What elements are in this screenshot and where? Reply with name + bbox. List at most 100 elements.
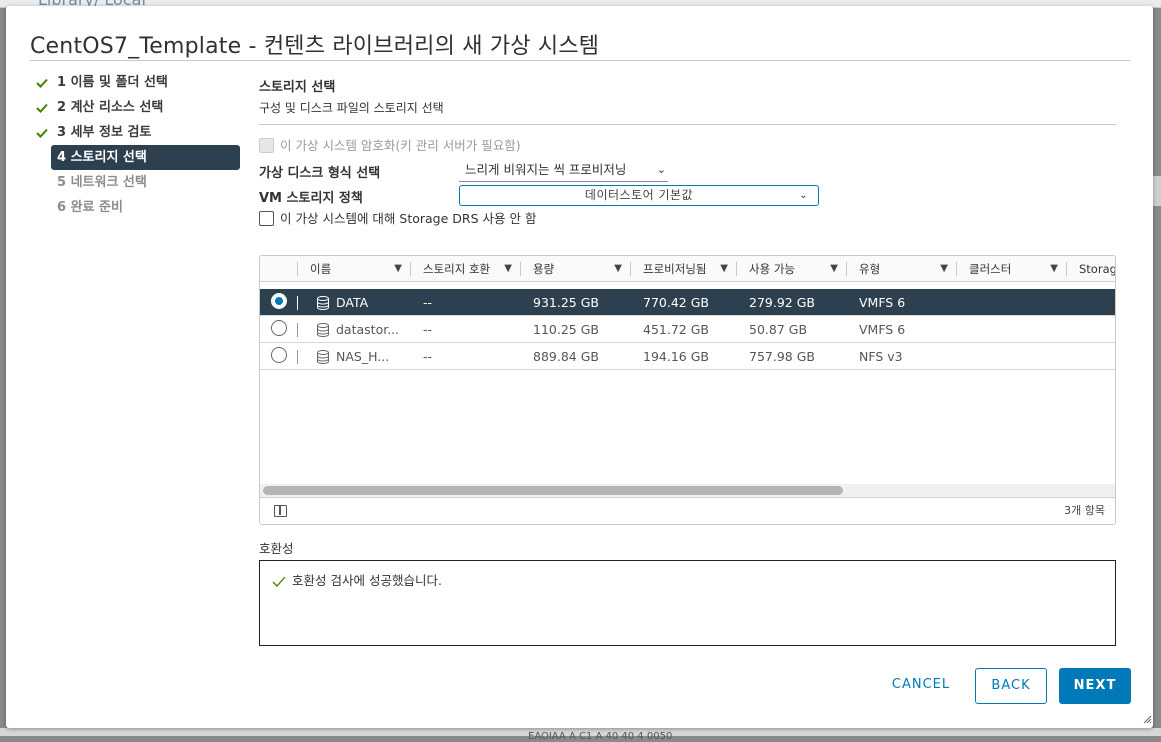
- cell-provisioned: 451.72 GB: [643, 322, 709, 337]
- encrypt-vm-option: 이 가상 시스템 암호화(키 관리 서버가 필요함): [259, 137, 521, 155]
- column-header-label: Storag: [1079, 262, 1116, 276]
- step-label: 6 완료 준비: [57, 200, 123, 215]
- filter-icon[interactable]: ▼: [940, 256, 948, 282]
- disable-storage-drs-option[interactable]: 이 가상 시스템에 대해 Storage DRS 사용 안 함: [259, 210, 536, 228]
- new-vm-wizard-dialog: CentOS7_Template - 컨텐츠 라이브러리의 새 가상 시스템 1…: [6, 6, 1153, 728]
- step-label: 3 세부 정보 검토: [57, 125, 152, 140]
- cancel-button[interactable]: CANCEL: [884, 668, 958, 704]
- cell-free: 279.92 GB: [749, 295, 815, 310]
- cell-name: DATA: [336, 295, 369, 310]
- storage-policy-label: VM 스토리지 정책: [259, 191, 363, 206]
- column-header-label: 스토리지 호환: [423, 262, 491, 276]
- disable-storage-drs-checkbox[interactable]: [259, 211, 274, 226]
- step-select-network: 5 네트워크 선택: [34, 170, 244, 195]
- cell-cluster: [969, 343, 1064, 370]
- filter-icon[interactable]: ▼: [830, 256, 838, 282]
- back-button[interactable]: BACK: [975, 668, 1047, 704]
- cell-compat: --: [423, 349, 433, 364]
- filter-icon[interactable]: ▼: [394, 256, 402, 282]
- checkmark-icon: [36, 78, 48, 88]
- row-radio[interactable]: [271, 347, 287, 363]
- encrypt-vm-label: 이 가상 시스템 암호화(키 관리 서버가 필요함): [280, 138, 521, 153]
- next-button[interactable]: NEXT: [1059, 668, 1131, 704]
- column-storage-compat[interactable]: 스토리지 호환 ▼: [411, 256, 520, 282]
- checkmark-icon: [36, 128, 48, 138]
- row-radio[interactable]: [271, 320, 287, 336]
- step-ready-to-complete: 6 완료 준비: [34, 195, 244, 220]
- section-divider: [259, 124, 1116, 125]
- column-header-label: 유형: [859, 262, 881, 276]
- cell-compat: --: [423, 322, 433, 337]
- chevron-down-icon: ⌄: [656, 163, 666, 176]
- wizard-steps: 1 이름 및 폴더 선택 2 계산 리소스 선택 3 세부 정보 검토 4 스토…: [34, 70, 244, 220]
- horizontal-scrollbar[interactable]: [260, 484, 1115, 497]
- cell-capacity: 931.25 GB: [533, 295, 599, 310]
- cell-name: datastor...: [336, 322, 400, 337]
- chevron-down-icon: ⌄: [799, 190, 808, 201]
- step-label: 4 스토리지 선택: [57, 150, 147, 165]
- cell-capacity: 889.84 GB: [533, 349, 599, 364]
- filter-icon[interactable]: ▼: [504, 256, 512, 282]
- column-storage[interactable]: Storag: [1067, 256, 1116, 282]
- compatibility-label: 호환성: [259, 541, 294, 556]
- datastore-icon: [317, 296, 329, 310]
- table-row[interactable]: datastor... -- 110.25 GB 451.72 GB 50.87…: [260, 316, 1115, 343]
- row-radio-selected[interactable]: [271, 293, 287, 309]
- step-name-folder[interactable]: 1 이름 및 폴더 선택: [34, 70, 244, 95]
- column-header-label: 이름: [310, 262, 332, 276]
- filter-icon[interactable]: ▼: [614, 256, 622, 282]
- grid-footer: 3개 항목: [260, 497, 1115, 524]
- scrollbar-thumb[interactable]: [263, 486, 843, 495]
- compatibility-panel: 호환성 검사에 성공했습니다.: [259, 560, 1116, 646]
- encrypt-vm-checkbox: [259, 138, 274, 153]
- column-header-label: 용량: [533, 262, 555, 276]
- cell-cluster: [969, 316, 1064, 343]
- table-row[interactable]: DATA -- 931.25 GB 770.42 GB 279.92 GB VM…: [260, 289, 1115, 316]
- step-select-storage[interactable]: 4 스토리지 선택: [51, 145, 240, 170]
- step-label: 1 이름 및 폴더 선택: [57, 75, 168, 90]
- column-toggle-icon[interactable]: [274, 505, 287, 517]
- storage-policy-value: 데이터스토어 기본값: [584, 188, 694, 202]
- cell-provisioned: 194.16 GB: [643, 349, 709, 364]
- background-footer: EAOIAA A C1 A 40 40 4 0050: [0, 728, 1161, 742]
- row-divider: [297, 296, 298, 310]
- column-name[interactable]: 이름 ▼: [298, 256, 410, 282]
- cell-type: VMFS 6: [859, 322, 906, 337]
- column-capacity[interactable]: 용량 ▼: [521, 256, 630, 282]
- datastore-grid: 이름 ▼ 스토리지 호환 ▼ 용량 ▼ 프로비저닝됨 ▼ 사용 가능 ▼ 유형 ▼: [259, 255, 1116, 525]
- step-label: 2 계산 리소스 선택: [57, 100, 164, 115]
- cell-name: NAS_H...: [336, 349, 390, 364]
- step-review-details[interactable]: 3 세부 정보 검토: [34, 120, 244, 145]
- disk-format-select[interactable]: 느리게 비워지는 씩 프로비저닝 ⌄: [459, 160, 668, 182]
- datastore-icon: [317, 323, 329, 337]
- cell-compat: --: [423, 295, 433, 310]
- resize-handle-icon[interactable]: [1142, 714, 1152, 724]
- compatibility-message: 호환성 검사에 성공했습니다.: [272, 570, 442, 589]
- column-type[interactable]: 유형 ▼: [847, 256, 956, 282]
- column-provisioned[interactable]: 프로비저닝됨 ▼: [631, 256, 736, 282]
- row-divider: [297, 350, 298, 364]
- filter-icon[interactable]: ▼: [1050, 256, 1058, 282]
- section-subtitle: 구성 및 디스크 파일의 스토리지 선택: [259, 101, 444, 115]
- storage-policy-select[interactable]: 데이터스토어 기본값 ⌄: [459, 185, 819, 206]
- background-edge: [1153, 176, 1161, 206]
- success-check-icon: [272, 576, 286, 587]
- disable-storage-drs-label: 이 가상 시스템에 대해 Storage DRS 사용 안 함: [280, 211, 537, 226]
- column-header-label: 프로비저닝됨: [643, 262, 707, 276]
- title-divider: [30, 60, 1130, 61]
- dialog-title: CentOS7_Template - 컨텐츠 라이브러리의 새 가상 시스템: [30, 34, 600, 59]
- step-compute-resource[interactable]: 2 계산 리소스 선택: [34, 95, 244, 120]
- cell-cluster: [969, 289, 1064, 316]
- step-label: 5 네트워크 선택: [57, 175, 147, 190]
- column-free[interactable]: 사용 가능 ▼: [737, 256, 846, 282]
- cell-type: VMFS 6: [859, 295, 906, 310]
- cell-provisioned: 770.42 GB: [643, 295, 709, 310]
- datastore-icon: [317, 350, 329, 364]
- disk-format-label: 가상 디스크 형식 선택: [259, 166, 381, 181]
- table-row[interactable]: NAS_H... -- 889.84 GB 194.16 GB 757.98 G…: [260, 343, 1115, 370]
- row-divider: [297, 323, 298, 337]
- cell-type: NFS v3: [859, 349, 903, 364]
- column-cluster[interactable]: 클러스터 ▼: [957, 256, 1066, 282]
- filter-icon[interactable]: ▼: [720, 256, 728, 282]
- checkmark-icon: [36, 103, 48, 113]
